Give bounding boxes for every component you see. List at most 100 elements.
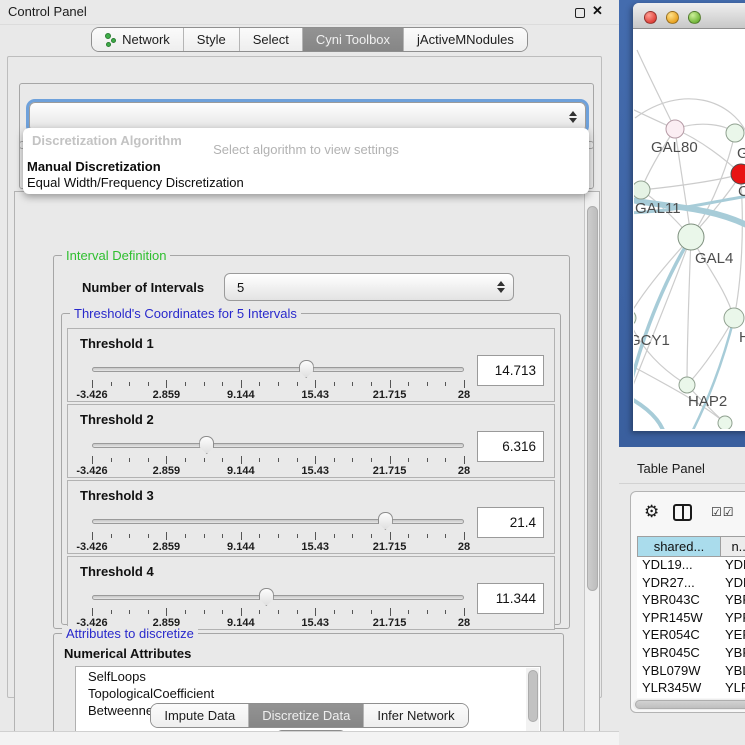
network-canvas[interactable]: GAL80GACGAL11GAL4GCY1HHAP2 bbox=[634, 29, 745, 429]
slider-ticks bbox=[92, 608, 464, 616]
network-node-label: GAL80 bbox=[651, 139, 698, 156]
columns-icon[interactable] bbox=[673, 504, 692, 521]
table-row[interactable]: YPR145W YPR1 bbox=[637, 610, 745, 628]
axis-tick-label: 2.859 bbox=[153, 389, 181, 401]
threshold-panel: Threshold 4 -3.4262.8599.14415.4321.7152… bbox=[67, 556, 555, 630]
slider-track[interactable] bbox=[92, 595, 464, 600]
network-node bbox=[634, 181, 650, 199]
table-row[interactable]: YDL19... YDL1 bbox=[637, 557, 745, 575]
interval-definition-group: Interval Definition Number of Intervals … bbox=[53, 255, 570, 629]
axis-tick-label: 2.859 bbox=[153, 541, 181, 553]
threshold-slider[interactable]: -3.4262.8599.14415.4321.71528 bbox=[92, 511, 464, 553]
attributes-group-title: Attributes to discretize bbox=[62, 626, 198, 641]
settings-scrollpane: Interval Definition Number of Intervals … bbox=[14, 191, 600, 745]
column-header-shared[interactable]: shared... bbox=[637, 536, 721, 557]
network-node bbox=[718, 416, 732, 429]
network-edge bbox=[641, 174, 741, 190]
popup-option-equal-width[interactable]: Equal Width/Frequency Discretization bbox=[27, 175, 585, 191]
threshold-label: Threshold 1 bbox=[80, 336, 154, 351]
threshold-value-field[interactable]: 6.316 bbox=[477, 431, 544, 462]
tab-impute-data[interactable]: Impute Data bbox=[151, 704, 249, 727]
slider-ticks bbox=[92, 532, 464, 540]
network-edge bbox=[634, 318, 687, 385]
axis-tick-label: 28 bbox=[458, 541, 470, 553]
table-row[interactable]: YER054C YER0 bbox=[637, 627, 745, 645]
combo-stepper-icon bbox=[569, 111, 577, 123]
axis-tick-label: 28 bbox=[458, 389, 470, 401]
slider-thumb[interactable] bbox=[378, 512, 393, 530]
threshold-slider[interactable]: -3.4262.8599.14415.4321.71528 bbox=[92, 359, 464, 401]
numerical-attributes-label: Numerical Attributes bbox=[64, 646, 191, 661]
tab-infer-network[interactable]: Infer Network bbox=[364, 704, 467, 727]
list-item[interactable]: SelfLoops bbox=[76, 667, 540, 684]
node-table: shared... n... YDL19... YDL1 YDR27... YD… bbox=[637, 536, 745, 698]
zoom-traffic-light[interactable] bbox=[688, 11, 701, 24]
threshold-panel: Threshold 2 -3.4262.8599.14415.4321.7152… bbox=[67, 404, 555, 478]
minimize-traffic-light[interactable] bbox=[666, 11, 679, 24]
table-row[interactable]: YBR043C YBR0 bbox=[637, 592, 745, 610]
scrollbar-thumb[interactable] bbox=[587, 206, 598, 591]
tab-network[interactable]: Network bbox=[92, 28, 184, 51]
gear-icon[interactable]: ⚙ bbox=[644, 502, 659, 522]
threshold-value-field[interactable]: 21.4 bbox=[477, 507, 544, 538]
control-panel-title: Control Panel bbox=[8, 4, 87, 19]
slider-axis-labels: -3.4262.8599.14415.4321.71528 bbox=[92, 541, 464, 553]
tab-network-label: Network bbox=[122, 32, 170, 47]
close-traffic-light[interactable] bbox=[644, 11, 657, 24]
slider-ticks bbox=[92, 456, 464, 464]
table-horizontal-scrollbar[interactable] bbox=[633, 699, 745, 710]
threshold-slider[interactable]: -3.4262.8599.14415.4321.71528 bbox=[92, 587, 464, 629]
network-node bbox=[679, 377, 695, 393]
slider-thumb[interactable] bbox=[199, 436, 214, 454]
window-bottom-strip bbox=[0, 731, 619, 745]
float-window-icon[interactable] bbox=[575, 8, 585, 18]
threshold-value-field[interactable]: 14.713 bbox=[477, 355, 544, 386]
axis-tick-label: 21.715 bbox=[373, 389, 407, 401]
axis-tick-label: 9.144 bbox=[227, 389, 255, 401]
list-item[interactable]: TopologicalCoefficient bbox=[76, 684, 540, 701]
slider-thumb[interactable] bbox=[259, 588, 274, 606]
tab-cyni-toolbox[interactable]: Cyni Toolbox bbox=[303, 28, 404, 51]
threshold-label: Threshold 2 bbox=[80, 412, 154, 427]
slider-track[interactable] bbox=[92, 443, 464, 448]
threshold-value-field[interactable]: 11.344 bbox=[477, 583, 544, 614]
slider-ticks bbox=[92, 380, 464, 388]
number-of-intervals-combobox[interactable]: 5 bbox=[224, 273, 514, 301]
slider-thumb[interactable] bbox=[299, 360, 314, 378]
threshold-slider[interactable]: -3.4262.8599.14415.4321.71528 bbox=[92, 435, 464, 477]
top-tabbar: Network Style Select Cyni Toolbox jActiv… bbox=[0, 27, 619, 52]
slider-axis-labels: -3.4262.8599.14415.4321.71528 bbox=[92, 465, 464, 477]
popup-option-manual[interactable]: Manual Discretization bbox=[27, 159, 585, 175]
screenshot-stage: Control Panel ✕ Network Style Select Cyn… bbox=[0, 0, 745, 745]
axis-tick-label: 15.43 bbox=[301, 389, 329, 401]
slider-track[interactable] bbox=[92, 519, 464, 524]
close-icon[interactable]: ✕ bbox=[592, 3, 603, 19]
axis-tick-label: 15.43 bbox=[301, 541, 329, 553]
tab-discretize-data[interactable]: Discretize Data bbox=[249, 704, 364, 727]
table-row[interactable]: YDR27... YDR2 bbox=[637, 575, 745, 593]
table-row[interactable]: YBR045C YBR0 bbox=[637, 645, 745, 663]
column-header-name[interactable]: n... bbox=[721, 536, 745, 557]
tab-style[interactable]: Style bbox=[184, 28, 240, 51]
axis-tick-label: -3.426 bbox=[76, 389, 107, 401]
axis-tick-label: 15.43 bbox=[301, 465, 329, 477]
select-columns-icon[interactable]: ☑☑ bbox=[711, 505, 735, 519]
network-node-label: GA bbox=[737, 145, 745, 162]
slider-track[interactable] bbox=[92, 367, 464, 372]
network-node-label: GCY1 bbox=[634, 332, 670, 349]
tab-jactivemnodules[interactable]: jActiveMNodules bbox=[404, 28, 527, 51]
table-panel-divider bbox=[619, 483, 745, 484]
network-node-label: GAL11 bbox=[635, 200, 681, 217]
table-row[interactable]: YBL079W YBL0 bbox=[637, 663, 745, 681]
settings-vertical-scrollbar[interactable] bbox=[584, 192, 599, 745]
table-row[interactable]: YLR345W YLR3 bbox=[637, 680, 745, 698]
tab-select[interactable]: Select bbox=[240, 28, 303, 51]
network-edge bbox=[734, 184, 742, 318]
axis-tick-label: 21.715 bbox=[373, 617, 407, 629]
axis-tick-label: 28 bbox=[458, 465, 470, 477]
attributes-group: Attributes to discretize Numerical Attri… bbox=[53, 633, 564, 745]
control-panel-titlebar bbox=[0, 0, 619, 25]
axis-tick-label: 9.144 bbox=[227, 465, 255, 477]
axis-tick-label: -3.426 bbox=[76, 541, 107, 553]
threshold-label: Threshold 4 bbox=[80, 564, 154, 579]
